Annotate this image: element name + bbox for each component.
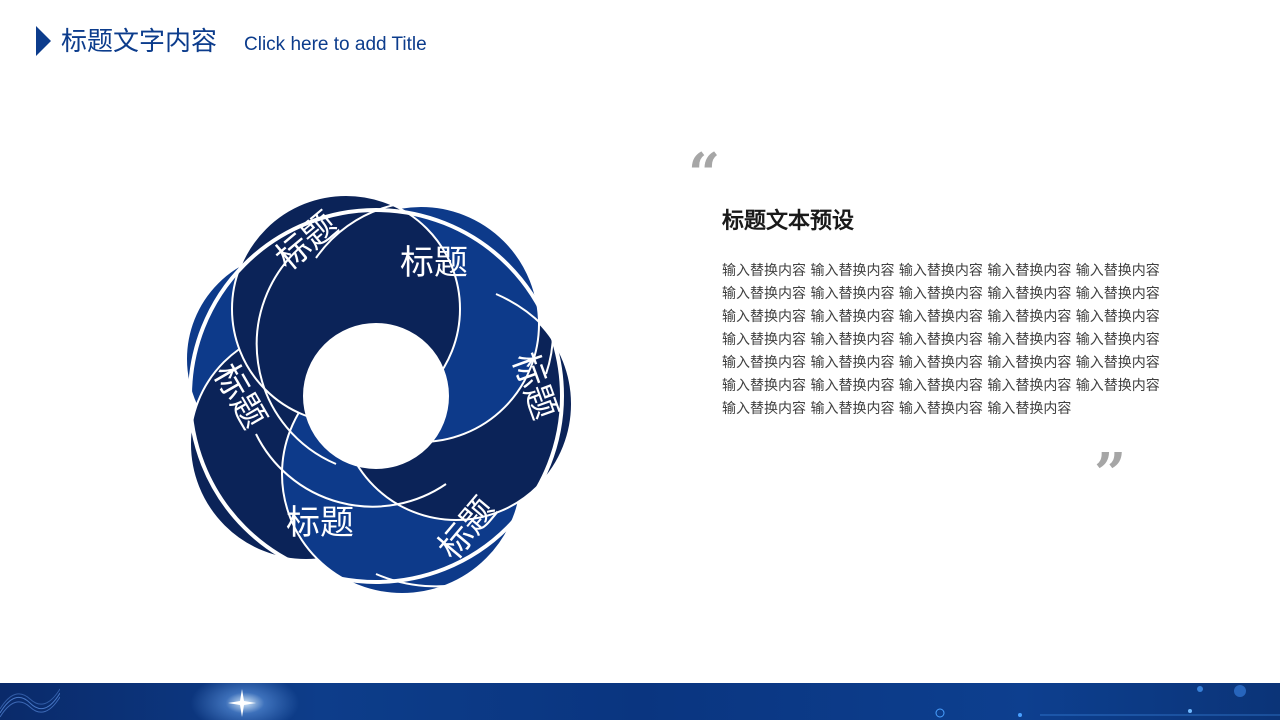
open-quote-icon: “ (688, 141, 721, 207)
ring-label-2: 标题 (400, 243, 468, 283)
sparkle-icon (228, 689, 256, 717)
footer-band (0, 683, 1280, 720)
header-arrow-icon (36, 26, 51, 56)
footer-wave-lines-icon (0, 688, 60, 718)
text-block-body[interactable]: 输入替换内容 输入替换内容 输入替换内容 输入替换内容 输入替换内容 输入替换内… (722, 260, 1178, 421)
text-block-title[interactable]: 标题文本预设 (722, 206, 854, 238)
close-quote-icon: ” (1094, 441, 1127, 507)
ring-diagram-svg: 标题 标题 标题 标题 标题 标题 (185, 194, 576, 595)
ring-label-5: 标题 (286, 503, 354, 543)
footer-particles (935, 685, 1280, 718)
slide-header: 标题文字内容 Click here to add Title (0, 0, 1280, 80)
ring-diagram: 标题 标题 标题 标题 标题 标题 (176, 184, 576, 604)
slide-subtitle[interactable]: Click here to add Title (244, 32, 427, 58)
slide-title[interactable]: 标题文字内容 (61, 24, 217, 60)
